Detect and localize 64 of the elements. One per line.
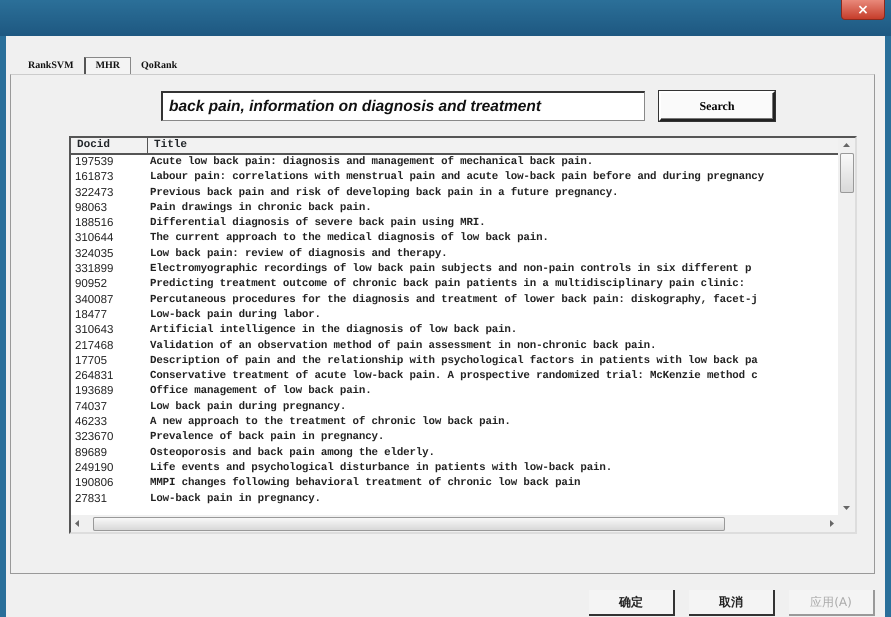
table-cell-text: 18477 (74, 308, 108, 323)
table-cell-text: Pain drawings in chronic back pain. (149, 200, 372, 216)
scroll-left-icon[interactable] (74, 520, 81, 527)
dialog-button[interactable]: 确定 (589, 590, 675, 616)
scroll-up-icon[interactable] (843, 142, 850, 149)
table-cell-text: Validation of an observation method of pain assessment in non-chronic back pain. (149, 338, 656, 354)
scroll-right-icon[interactable] (828, 520, 835, 527)
table-cell-text: Osteoporosis and back pain among the elderly. (149, 446, 435, 461)
table-cell-text: 74037 (74, 400, 108, 415)
scroll-thumb[interactable] (840, 153, 854, 193)
table-cell-text: Conservative treatment of acute low-back pain. A prospective randomized trial: McKenzie method c (149, 369, 758, 384)
table-cell-text: Low back pain during pregnancy. (149, 400, 346, 415)
table-cell-text: 98063 (74, 200, 108, 216)
table-cell-text: Acute low back pain: diagnosis and management of mechanical back pain. (149, 155, 594, 170)
table-cell-text: 340087 (74, 292, 114, 308)
table-cell-text: 324035 (74, 246, 114, 262)
table-cell-text: 46233 (74, 415, 108, 430)
table-cell-text: Differential diagnosis of severe back pain using MRI. (149, 216, 486, 232)
table-cell-text: Prevalence of back pain in pregnancy. (149, 430, 384, 446)
table-cell-text: 193689 (74, 384, 114, 400)
table-cell-text: Low back pain: review of diagnosis and therapy. (149, 246, 448, 262)
table-cell-text: 188516 (74, 216, 114, 232)
table-cell-text: 17705 (74, 354, 108, 369)
table-cell-text: 331899 (74, 262, 114, 278)
table-cell-text: The current approach to the medical diagnosis of low back pain. (149, 231, 549, 246)
table-cell-text: Life events and psychological disturbance in patients with low-back pain. (149, 460, 612, 476)
table-cell-text: 190806 (74, 476, 114, 492)
tab[interactable]: RankSVM (18, 58, 84, 74)
table-cell-text: Previous back pain and risk of developing back pain in a future pregnancy. (149, 186, 618, 201)
table-cell-text: 310644 (74, 231, 114, 246)
table-cell-text: Low-back pain during labor. (149, 308, 321, 323)
table-cell-text: 310643 (74, 323, 114, 338)
table-cell-text: Low-back pain in pregnancy. (149, 492, 321, 507)
horizontal-scrollbar[interactable] (71, 515, 838, 532)
table-cell-text: Electromyographic recordings of low back pain subjects and non-pain controls in six different p (149, 262, 752, 278)
table-cell-text: Office management of low back pain. (149, 384, 372, 400)
vertical-scrollbar[interactable] (838, 138, 855, 515)
column-header[interactable]: Title (148, 138, 838, 153)
search-button[interactable]: Search (659, 91, 775, 121)
table-cell-text: 89689 (74, 446, 108, 461)
table-cell-text: 264831 (74, 369, 114, 384)
table-cell-text: 217468 (74, 338, 114, 354)
table-cell-text: 161873 (74, 170, 114, 186)
scroll-down-icon[interactable] (843, 504, 850, 511)
table-cell-text: 322473 (74, 186, 114, 201)
table-cell-text: 27831 (74, 492, 108, 507)
column-header[interactable]: Docid (71, 138, 148, 153)
table-cell-text: A new approach to the treatment of chronic low back pain. (149, 415, 511, 430)
scroll-thumb[interactable] (93, 516, 725, 530)
table-cell-text: Percutaneous procedures for the diagnosis and treatment of lower back pain: diskography, facet-j (149, 292, 758, 308)
tab[interactable]: QoRank (131, 58, 188, 74)
dialog-button[interactable]: 取消 (689, 590, 775, 616)
table-cell-text: 323670 (74, 430, 114, 446)
table-cell-text: Artificial intelligence in the diagnosis of low back pain. (149, 323, 518, 338)
table-cell-text: MMPI changes following behavioral treatment of chronic low back pain (149, 476, 580, 492)
search-field[interactable]: back pain, information on diagnosis and treatment (161, 91, 645, 121)
table-cell-text: Description of pain and the relationship with psychological factors in patients with low back pa (149, 354, 758, 369)
table-cell-text: Labour pain: correlations with menstrual pain and acute low-back pain before and during pregnancy (149, 170, 764, 186)
table-cell-text: 90952 (74, 277, 108, 292)
table-cell-text: 249190 (74, 460, 114, 476)
table-cell-text: Predicting treatment outcome of chronic back pain patients in a multidisciplinary pain clinic: (149, 277, 745, 292)
tab[interactable]: MHR (84, 57, 132, 74)
table-cell-text: 197539 (74, 155, 114, 170)
close-button[interactable]: × (841, 0, 885, 20)
